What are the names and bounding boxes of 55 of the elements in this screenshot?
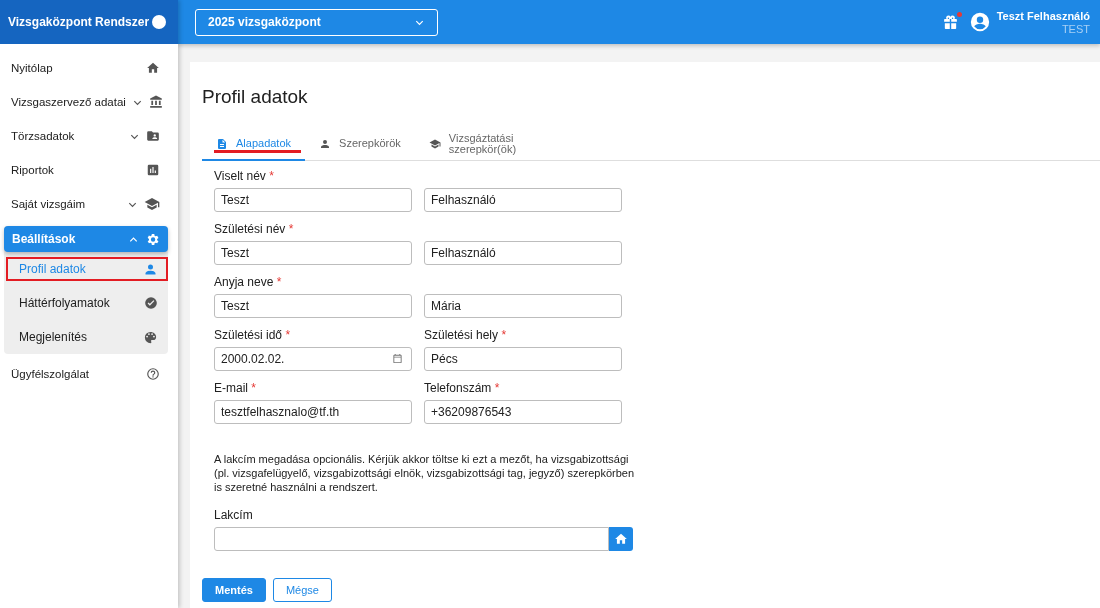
home-icon [614, 532, 628, 546]
field-label: Anyja neve * [214, 275, 283, 289]
field-label: Lakcím [214, 508, 254, 522]
sidebar-item[interactable]: Saját vizsgáim [0, 187, 178, 221]
sidebar-subitem[interactable]: Megjelenítés [4, 320, 168, 354]
date-field[interactable]: 2000.02.02. [214, 347, 412, 371]
cancel-button[interactable]: Mégse [272, 578, 332, 602]
save-button[interactable]: Mentés [202, 578, 266, 602]
bar-chart-icon [146, 163, 160, 177]
tab[interactable]: Alapadatok [202, 128, 306, 161]
person-icon [319, 137, 332, 150]
text-field[interactable]: Teszt [214, 294, 412, 318]
folder-user-icon [146, 129, 160, 143]
address-field[interactable] [214, 527, 609, 551]
sidebar-subitem[interactable]: Háttérfolyamatok [4, 286, 168, 320]
sidebar-item[interactable]: Ügyfélszolgálat [0, 357, 178, 391]
text-field[interactable]: Pécs [424, 347, 622, 371]
text-field[interactable]: tesztfelhasznalo@tf.th [214, 400, 412, 424]
palette-icon [143, 329, 158, 345]
user-role: TEST [1061, 22, 1090, 35]
field-label: Születési név * [214, 222, 295, 236]
tab[interactable]: Vizsgáztatási szerepkör(ök) [414, 128, 549, 161]
field-label: Viselt név * [214, 169, 275, 183]
field-label: E-mail * [214, 381, 258, 395]
document-icon [216, 137, 228, 150]
text-field[interactable]: +36209876543 [424, 400, 622, 424]
check-circle-icon [144, 296, 158, 310]
graduation-cap-icon [428, 137, 441, 150]
sidebar-item[interactable]: Riportok [0, 153, 178, 187]
circle-icon [152, 15, 166, 29]
graduation-cap-icon [144, 196, 160, 212]
sidebar-group-header[interactable]: Beállítások [4, 226, 168, 252]
field-label: Születési idő * [214, 328, 292, 342]
user-name: Teszt Felhasználó [996, 9, 1090, 22]
avatar-icon [968, 11, 991, 33]
sidebar-item[interactable]: Nyitólap [0, 51, 178, 85]
text-field[interactable]: Felhasználó [424, 241, 622, 265]
info-text: A lakcím megadása opcionális. Kérjük akkor töltse ki ezt a mezőt, ha vizsgabizottsági (pl. vizsgafelügyelő, vizsgabizottsági elnök, vizsgabizottsági tag, jegyző) szerepkörben is szeretné használni a rendszert. [214, 452, 636, 494]
exam-center-select[interactable]: 2025 vizsgaközpont [195, 8, 438, 36]
field-label: Telefonszám * [424, 381, 501, 395]
bank-icon [148, 95, 163, 109]
text-field[interactable]: Mária [424, 294, 622, 318]
tab[interactable]: Szerepkörök [305, 128, 415, 161]
gear-icon [145, 231, 160, 247]
text-field[interactable]: Felhasználó [424, 188, 622, 212]
sidebar-item[interactable]: Vizsgaszervező adatai [0, 85, 178, 119]
field-label: Születési hely * [424, 328, 508, 342]
sidebar-item[interactable]: Törzsadatok [0, 119, 178, 153]
text-field[interactable]: Teszt [214, 241, 412, 265]
address-lookup-button[interactable] [609, 527, 633, 551]
app-title: Vizsgaközpont Rendszer [8, 15, 150, 29]
home-icon [146, 61, 160, 75]
calendar-icon [392, 353, 403, 364]
page-title: Profil adatok [202, 85, 309, 109]
text-field[interactable]: Teszt [214, 188, 412, 212]
